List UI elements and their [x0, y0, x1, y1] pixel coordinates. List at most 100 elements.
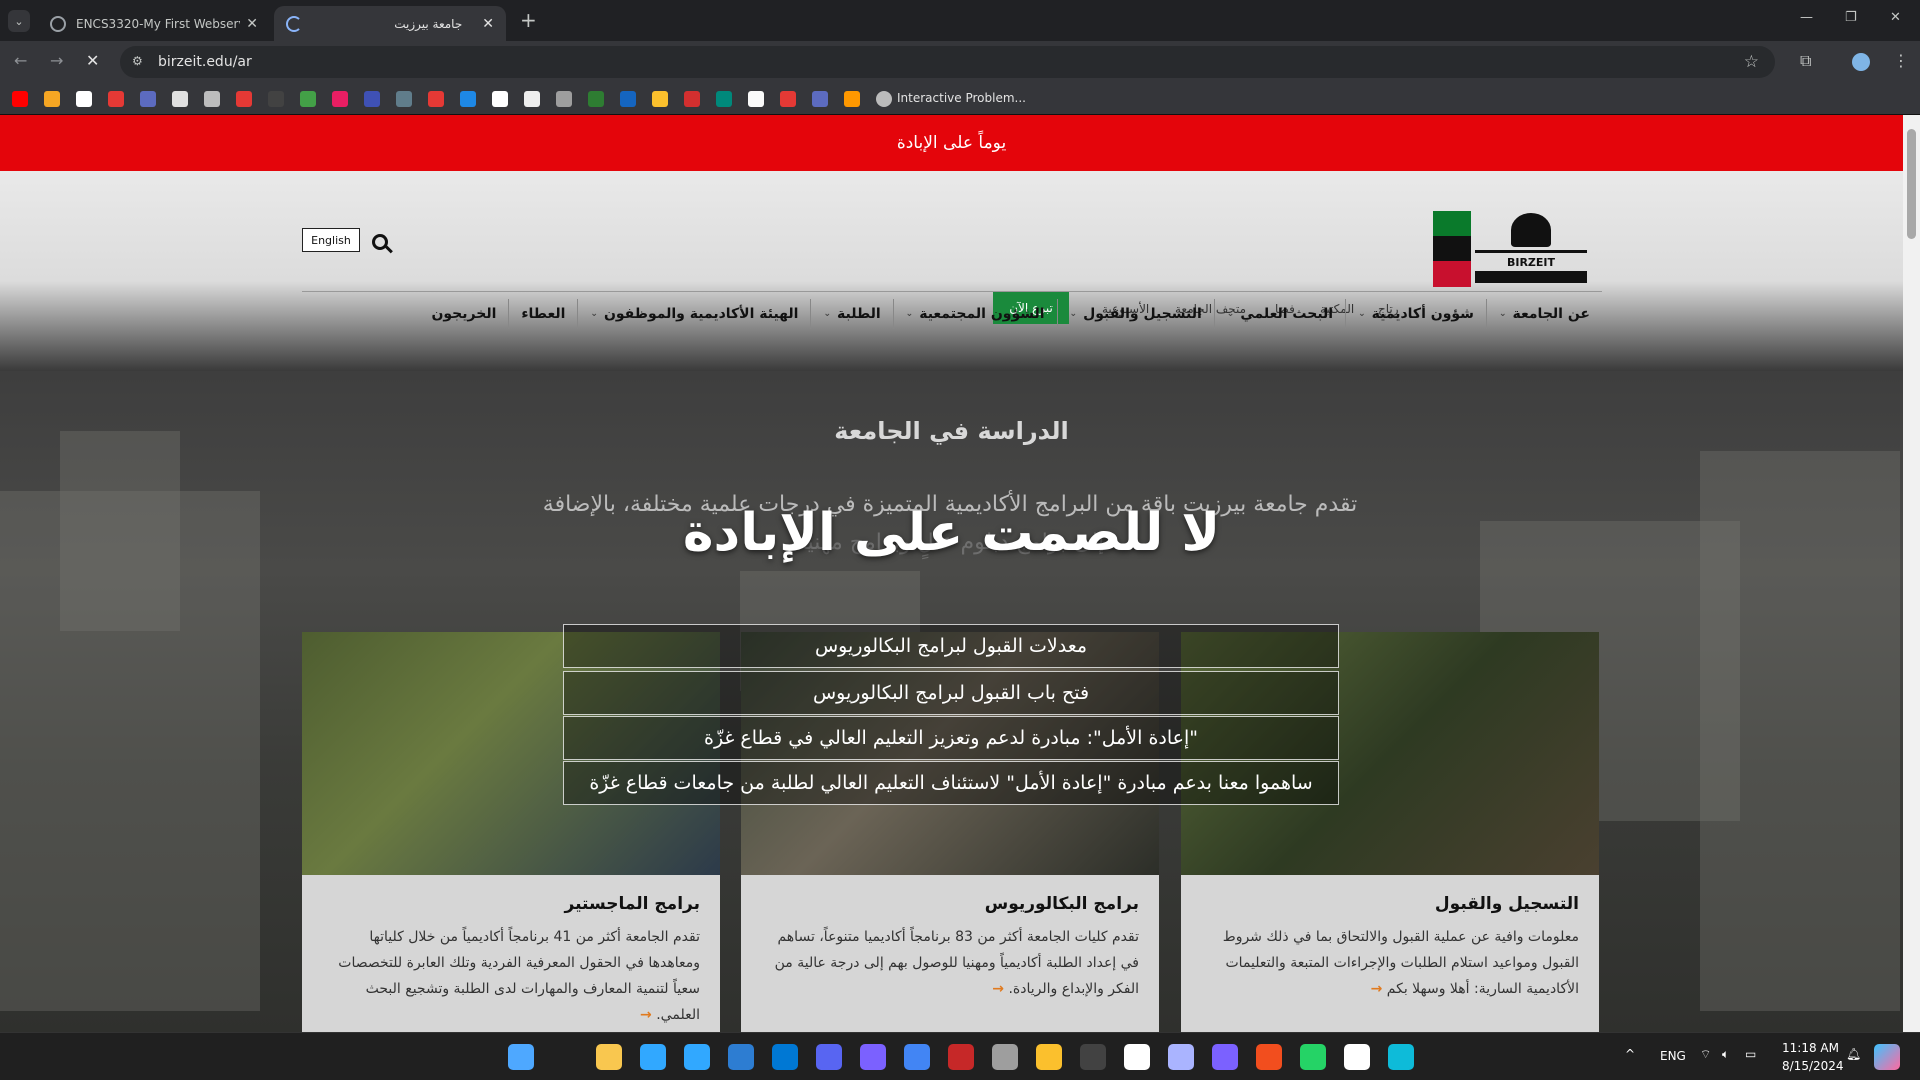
notification-bell-icon[interactable]: 🔔︎	[1846, 1047, 1861, 1061]
menu-kebab-icon[interactable]: ⋮	[1893, 51, 1909, 70]
menu-item[interactable]: الخريجون	[419, 299, 508, 329]
taskbar-app-icon[interactable]	[992, 1044, 1018, 1070]
search-icon[interactable]	[372, 234, 394, 256]
browser-tab-active[interactable]: جامعة بيرزيت ✕	[274, 6, 506, 41]
taskbar-app-icon[interactable]	[552, 1044, 578, 1070]
bookmark-favicon-icon[interactable]	[684, 91, 700, 107]
restore-button[interactable]: ❐	[1845, 10, 1857, 25]
bookmark-favicon-icon[interactable]	[460, 91, 476, 107]
page-scrollbar[interactable]	[1903, 115, 1920, 1032]
bookmark-favicon-icon[interactable]	[204, 91, 220, 107]
bookmark-favicon-icon[interactable]	[780, 91, 796, 107]
bookmark-favicon-icon[interactable]	[588, 91, 604, 107]
counter-banner[interactable]: يوماً على الإبادة	[0, 115, 1903, 171]
news-item[interactable]: فتح باب القبول لبرامج البكالوريوس	[563, 671, 1339, 715]
back-icon[interactable]: ←	[14, 51, 27, 70]
menu-item[interactable]: شؤون أكاديمية ⌄	[1345, 299, 1486, 329]
card-title[interactable]: التسجيل والقبول	[1435, 894, 1579, 914]
clock-date[interactable]: 8/15/2024	[1782, 1059, 1844, 1073]
battery-icon[interactable]: ▭	[1745, 1047, 1756, 1061]
bookmark-favicon-icon[interactable]	[652, 91, 668, 107]
bookmark-favicon-icon[interactable]	[76, 91, 92, 107]
bookmark-favicon-icon[interactable]	[44, 91, 60, 107]
english-language-button[interactable]: English	[302, 228, 360, 252]
bookmark-favicon-icon[interactable]	[812, 91, 828, 107]
bookmark-favicon-icon[interactable]	[268, 91, 284, 107]
news-item[interactable]: "إعادة الأمل": مبادرة لدعم وتعزيز التعلي…	[563, 716, 1339, 760]
menu-item[interactable]: الطلبة ⌄	[810, 299, 892, 329]
taskbar-app-icon[interactable]	[640, 1044, 666, 1070]
taskbar-app-icon[interactable]	[816, 1044, 842, 1070]
bookmark-favicon-icon[interactable]	[844, 91, 860, 107]
site-info-icon[interactable]: ⚙	[132, 54, 148, 70]
taskbar-app-icon[interactable]	[596, 1044, 622, 1070]
menu-item[interactable]: البحث العلمي ⌄	[1213, 299, 1345, 329]
arrow-icon: →	[1370, 981, 1383, 997]
taskbar-app-icon[interactable]	[508, 1044, 534, 1070]
bookmark-favicon-icon[interactable]	[748, 91, 764, 107]
news-item[interactable]: معدلات القبول لبرامج البكالوريوس	[563, 624, 1339, 668]
new-tab-button[interactable]: +	[520, 8, 537, 32]
taskbar-app-icon[interactable]	[772, 1044, 798, 1070]
taskbar-app-icon[interactable]	[1300, 1044, 1326, 1070]
volume-icon[interactable]: 🔈︎	[1722, 1047, 1729, 1062]
clock-time[interactable]: 11:18 AM	[1782, 1041, 1839, 1055]
taskbar-app-icon[interactable]	[948, 1044, 974, 1070]
menu-item[interactable]: العطاء	[508, 299, 577, 329]
card-title[interactable]: برامج البكالوريوس	[985, 894, 1139, 914]
bookmark-favicon-icon[interactable]	[716, 91, 732, 107]
scroll-thumb[interactable]	[1907, 129, 1916, 239]
bookmark-favicon-icon[interactable]	[620, 91, 636, 107]
bookmark-favicon-icon[interactable]	[300, 91, 316, 107]
taskbar-app-icon[interactable]	[728, 1044, 754, 1070]
news-item[interactable]: ساهموا معنا بدعم مبادرة "إعادة الأمل" لا…	[563, 761, 1339, 805]
close-tab-icon[interactable]: ✕	[482, 16, 494, 32]
profile-avatar[interactable]	[1852, 53, 1870, 71]
card-title[interactable]: برامج الماجستير	[565, 894, 700, 914]
bookmark-favicon-icon[interactable]	[492, 91, 508, 107]
forward-icon[interactable]: →	[50, 51, 63, 70]
menu-item[interactable]: الهيئة الأكاديمية والموظفون ⌄	[577, 299, 810, 329]
copilot-icon[interactable]	[1874, 1044, 1900, 1070]
bookmark-item[interactable]: Interactive Problem...	[897, 91, 1026, 105]
tray-chevron-icon[interactable]: ^	[1625, 1047, 1635, 1061]
bookmark-favicon-icon[interactable]	[332, 91, 348, 107]
bookmark-favicon-icon[interactable]	[556, 91, 572, 107]
bookmark-favicon-icon[interactable]	[236, 91, 252, 107]
address-bar[interactable]: ⚙ birzeit.edu/ar ☆	[120, 46, 1775, 78]
bookmark-favicon-icon[interactable]	[108, 91, 124, 107]
taskbar-app-icon[interactable]	[1256, 1044, 1282, 1070]
close-window-button[interactable]: ✕	[1890, 10, 1901, 25]
bookmark-favicon-icon[interactable]	[428, 91, 444, 107]
bookmark-favicon-icon[interactable]	[140, 91, 156, 107]
menu-item[interactable]: التسجيل والقبول ⌄	[1056, 299, 1214, 329]
browser-tab[interactable]: ENCS3320-My First Webserver ✕	[38, 6, 270, 41]
taskbar-app-icon[interactable]	[1388, 1044, 1414, 1070]
taskbar-app-icon[interactable]	[1344, 1044, 1370, 1070]
taskbar-app-icon[interactable]	[1168, 1044, 1194, 1070]
taskbar-app-icon[interactable]	[1212, 1044, 1238, 1070]
bookmark-favicon-icon[interactable]	[12, 91, 28, 107]
taskbar-app-icon[interactable]	[684, 1044, 710, 1070]
close-tab-icon[interactable]: ✕	[246, 16, 258, 32]
taskbar-app-icon[interactable]	[1080, 1044, 1106, 1070]
bookmark-star-icon[interactable]: ☆	[1744, 52, 1759, 72]
bookmark-favicon-icon[interactable]	[364, 91, 380, 107]
stop-loading-icon[interactable]: ✕	[86, 51, 99, 70]
menu-item[interactable]: الشؤون المجتمعية ⌄	[892, 299, 1057, 329]
input-language[interactable]: ENG	[1660, 1049, 1686, 1063]
taskbar-app-icon[interactable]	[904, 1044, 930, 1070]
bookmark-favicon-icon[interactable]	[396, 91, 412, 107]
wifi-icon[interactable]: ⌔	[1700, 1047, 1711, 1062]
taskbar-app-icon[interactable]	[860, 1044, 886, 1070]
minimize-button[interactable]: —	[1800, 10, 1813, 25]
menu-item-label: التسجيل والقبول	[1083, 306, 1202, 322]
bookmark-favicon-icon[interactable]	[172, 91, 188, 107]
taskbar-app-icon[interactable]	[1124, 1044, 1150, 1070]
taskbar-app-icon[interactable]	[1036, 1044, 1062, 1070]
tab-search-button[interactable]: ⌄	[8, 10, 30, 32]
extensions-icon[interactable]: ⧉	[1800, 51, 1811, 71]
birzeit-logo[interactable]: BIRZEIT UNIVERSITY	[1433, 211, 1591, 287]
bookmark-favicon-icon[interactable]	[524, 91, 540, 107]
menu-item[interactable]: عن الجامعة ⌄	[1485, 299, 1602, 329]
